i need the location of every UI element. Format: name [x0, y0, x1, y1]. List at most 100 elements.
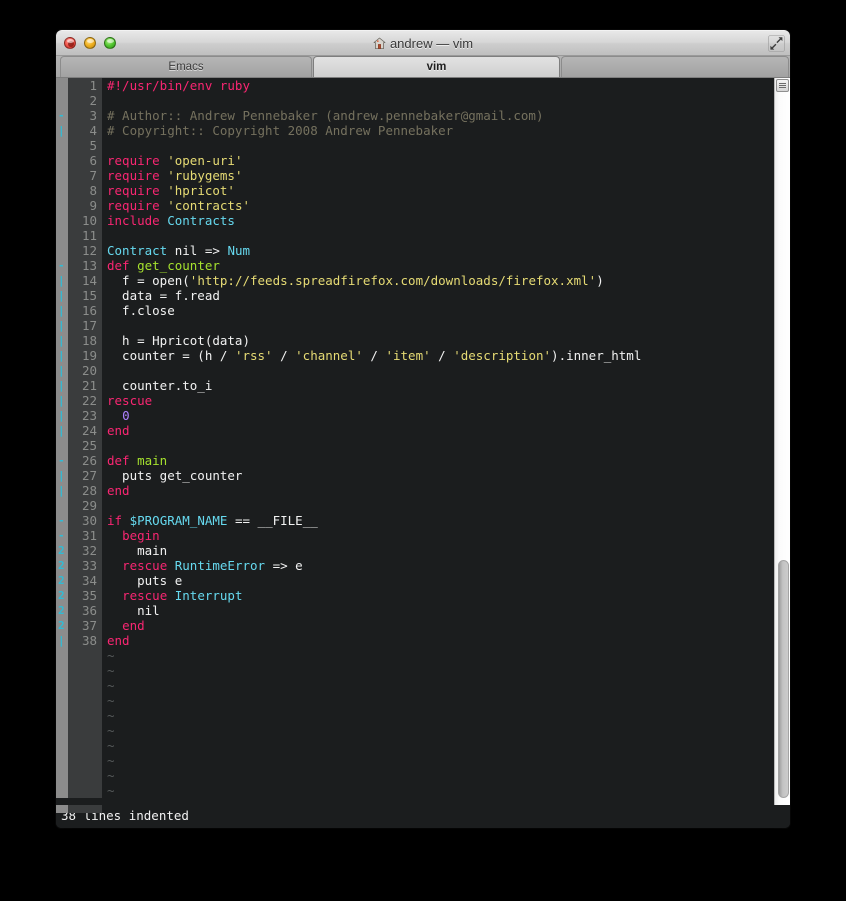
- tab-emacs[interactable]: Emacs: [60, 56, 312, 77]
- code-text[interactable]: require 'open-uri': [102, 153, 242, 168]
- fold-column-marker[interactable]: -: [56, 258, 68, 273]
- fold-column-marker[interactable]: [56, 243, 68, 258]
- code-line[interactable]: 29: [56, 498, 774, 513]
- code-text[interactable]: [102, 438, 115, 453]
- code-text[interactable]: include Contracts: [102, 213, 235, 228]
- code-text[interactable]: [102, 363, 115, 378]
- fold-column-marker[interactable]: [56, 498, 68, 513]
- fold-column-marker[interactable]: |: [56, 303, 68, 318]
- code-text[interactable]: counter = (h / 'rss' / 'channel' / 'item…: [102, 348, 641, 363]
- code-text[interactable]: end: [102, 633, 130, 648]
- fold-column-marker[interactable]: [56, 438, 68, 453]
- code-line[interactable]: -30 if $PROGRAM_NAME == __FILE__: [56, 513, 774, 528]
- code-text[interactable]: def main: [102, 453, 167, 468]
- fold-column-marker[interactable]: 2: [56, 618, 68, 633]
- fold-column-marker[interactable]: |: [56, 123, 68, 138]
- code-line[interactable]: -3 # Author:: Andrew Pennebaker (andrew.p…: [56, 108, 774, 123]
- fold-column-marker[interactable]: [56, 78, 68, 93]
- code-text[interactable]: end: [102, 483, 130, 498]
- code-line[interactable]: 12 Contract nil => Num: [56, 243, 774, 258]
- vim-text-area[interactable]: 1 #!/usr/bin/env ruby 2 -3 # Author:: Andr…: [56, 78, 774, 805]
- code-line[interactable]: 2 34 puts e: [56, 573, 774, 588]
- code-text[interactable]: end: [102, 423, 130, 438]
- code-text[interactable]: [102, 498, 115, 513]
- code-line[interactable]: 6 require 'open-uri': [56, 153, 774, 168]
- fold-column-marker[interactable]: [56, 213, 68, 228]
- fold-column-marker[interactable]: |: [56, 333, 68, 348]
- code-line[interactable]: 2 35 rescue Interrupt: [56, 588, 774, 603]
- code-line[interactable]: | 38 end: [56, 633, 774, 648]
- code-text[interactable]: 0: [102, 408, 130, 423]
- code-line[interactable]: 25: [56, 438, 774, 453]
- fold-column-marker[interactable]: |: [56, 408, 68, 423]
- code-text[interactable]: end: [102, 618, 145, 633]
- code-text[interactable]: rescue: [102, 393, 152, 408]
- code-line[interactable]: | 16 f.close: [56, 303, 774, 318]
- scrollbar-thumb[interactable]: [778, 560, 789, 798]
- code-line[interactable]: | 28 end: [56, 483, 774, 498]
- fold-column-marker[interactable]: -: [56, 513, 68, 528]
- code-text[interactable]: # Author:: Andrew Pennebaker (andrew.pen…: [102, 108, 544, 123]
- code-text[interactable]: Contract nil => Num: [102, 243, 250, 258]
- code-line[interactable]: | 24 end: [56, 423, 774, 438]
- code-text[interactable]: [102, 228, 115, 243]
- code-text[interactable]: #!/usr/bin/env ruby: [102, 78, 250, 93]
- code-text[interactable]: h = Hpricot(data): [102, 333, 250, 348]
- code-line[interactable]: 2 37 end: [56, 618, 774, 633]
- code-line[interactable]: | 15 data = f.read: [56, 288, 774, 303]
- code-line[interactable]: | 22 rescue: [56, 393, 774, 408]
- code-text[interactable]: [102, 318, 115, 333]
- code-text[interactable]: require 'rubygems': [102, 168, 242, 183]
- fold-column-marker[interactable]: [56, 93, 68, 108]
- code-line[interactable]: 7 require 'rubygems': [56, 168, 774, 183]
- code-line[interactable]: -13 def get_counter: [56, 258, 774, 273]
- code-line[interactable]: | 19 counter = (h / 'rss' / 'channel' / '…: [56, 348, 774, 363]
- fold-column-marker[interactable]: [56, 168, 68, 183]
- fold-column-marker[interactable]: |: [56, 318, 68, 333]
- fold-column-marker[interactable]: |: [56, 468, 68, 483]
- code-line[interactable]: | 21 counter.to_i: [56, 378, 774, 393]
- code-text[interactable]: [102, 138, 115, 153]
- code-line[interactable]: | 20: [56, 363, 774, 378]
- fold-column-marker[interactable]: 2: [56, 603, 68, 618]
- code-text[interactable]: def get_counter: [102, 258, 220, 273]
- code-line[interactable]: | 27 puts get_counter: [56, 468, 774, 483]
- fold-column-marker[interactable]: -: [56, 528, 68, 543]
- fold-column-marker[interactable]: [56, 198, 68, 213]
- fold-column-marker[interactable]: |: [56, 348, 68, 363]
- fold-column-marker[interactable]: |: [56, 483, 68, 498]
- fold-column-marker[interactable]: |: [56, 393, 68, 408]
- vertical-scrollbar[interactable]: [774, 78, 790, 805]
- fold-column-marker[interactable]: 2: [56, 543, 68, 558]
- code-text[interactable]: rescue Interrupt: [102, 588, 242, 603]
- fold-column-marker[interactable]: [56, 228, 68, 243]
- code-text[interactable]: begin: [102, 528, 160, 543]
- code-line[interactable]: | 23 0: [56, 408, 774, 423]
- code-text[interactable]: f = open('http://feeds.spreadfirefox.com…: [102, 273, 604, 288]
- code-line[interactable]: 2 32 main: [56, 543, 774, 558]
- code-text[interactable]: # Copyright:: Copyright 2008 Andrew Penn…: [102, 123, 453, 138]
- code-line[interactable]: 10 include Contracts: [56, 213, 774, 228]
- code-text[interactable]: nil: [102, 603, 160, 618]
- fold-column-marker[interactable]: -: [56, 453, 68, 468]
- code-text[interactable]: require 'hpricot': [102, 183, 235, 198]
- code-line[interactable]: 1 #!/usr/bin/env ruby: [56, 78, 774, 93]
- fold-column-marker[interactable]: |: [56, 288, 68, 303]
- code-text[interactable]: f.close: [102, 303, 175, 318]
- code-text[interactable]: require 'contracts': [102, 198, 250, 213]
- code-line[interactable]: 5: [56, 138, 774, 153]
- code-line[interactable]: | 17: [56, 318, 774, 333]
- code-text[interactable]: [102, 93, 115, 108]
- fold-column-marker[interactable]: 2: [56, 558, 68, 573]
- code-text[interactable]: counter.to_i: [102, 378, 212, 393]
- fold-column-marker[interactable]: [56, 138, 68, 153]
- fold-column-marker[interactable]: |: [56, 633, 68, 648]
- fold-column-marker[interactable]: |: [56, 273, 68, 288]
- code-line[interactable]: 2 36 nil: [56, 603, 774, 618]
- code-line[interactable]: | 14 f = open('http://feeds.spreadfirefox…: [56, 273, 774, 288]
- code-line[interactable]: -26 def main: [56, 453, 774, 468]
- fold-column-marker[interactable]: |: [56, 363, 68, 378]
- code-text[interactable]: main: [102, 543, 167, 558]
- code-line[interactable]: 2 33 rescue RuntimeError => e: [56, 558, 774, 573]
- code-line[interactable]: 8 require 'hpricot': [56, 183, 774, 198]
